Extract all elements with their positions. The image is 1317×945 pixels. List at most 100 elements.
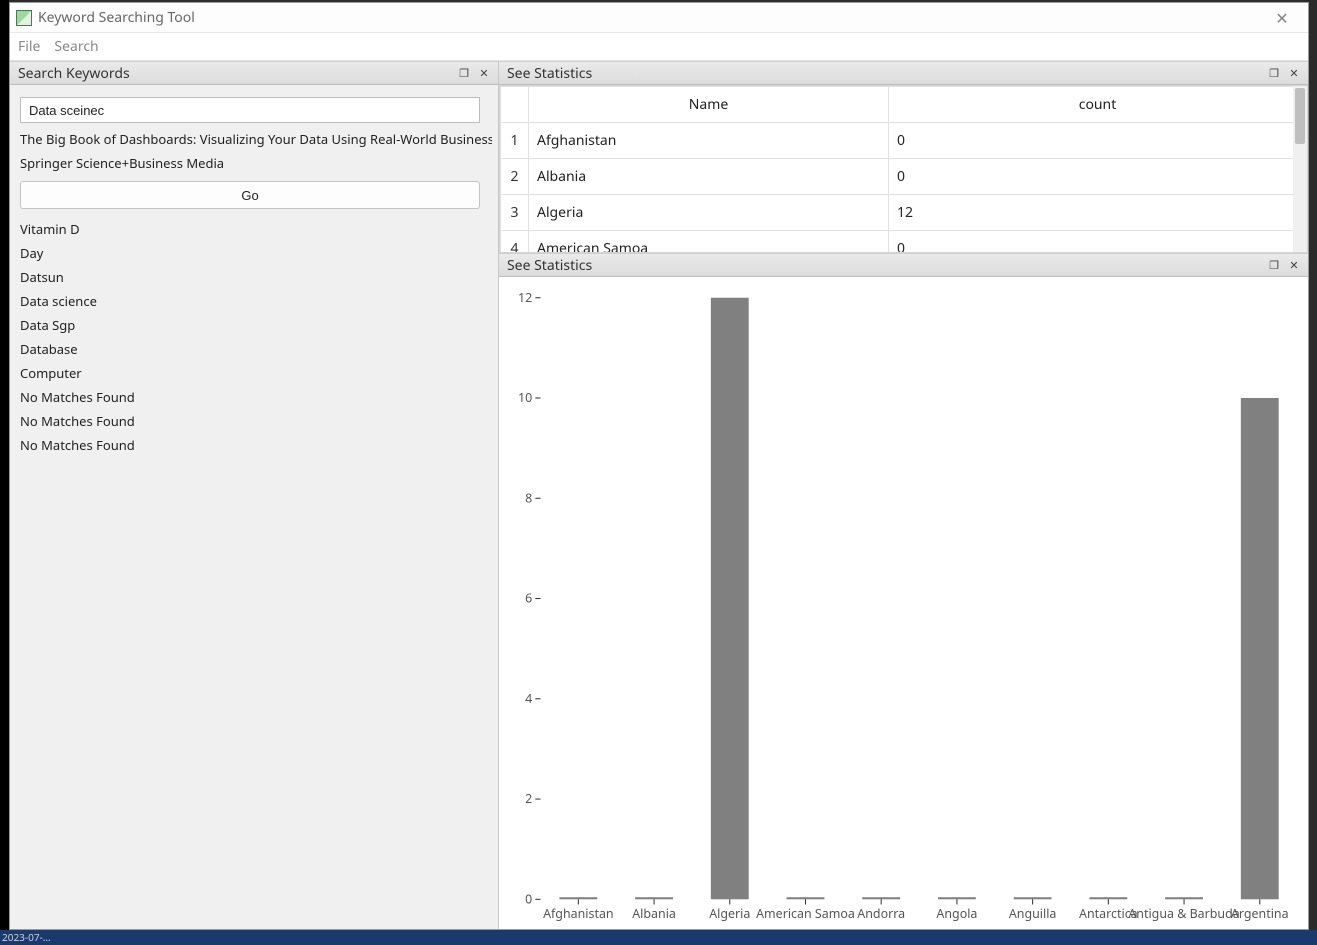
chart-x-label: Angola: [936, 905, 977, 922]
cell-name: Afghanistan: [529, 123, 889, 159]
chart-bar: [711, 298, 749, 900]
result-item[interactable]: No Matches Found: [20, 409, 492, 433]
table-corner: [501, 87, 529, 123]
scrollbar-thumb[interactable]: [1295, 88, 1305, 144]
svg-text:4: 4: [525, 690, 532, 707]
result-item[interactable]: Vitamin D: [20, 217, 492, 241]
app-window: Keyword Searching Tool ✕ File Search Sea…: [9, 2, 1309, 930]
svg-text:10: 10: [518, 389, 532, 406]
statistics-table: Name count 1Afghanistan02Albania03Algeri…: [500, 86, 1307, 253]
chart-panel: See Statistics ❐ ✕ 0 2 4 6 8 10 12 Afghanistan A…: [499, 253, 1308, 929]
publisher-line: Springer Science+Business Media: [20, 151, 492, 175]
close-icon: ✕: [1289, 66, 1298, 81]
os-taskbar-fragment: 2023-07-…: [0, 930, 1317, 945]
cell-count: 0: [889, 231, 1307, 254]
background-noise: [0, 0, 9, 945]
search-input[interactable]: [20, 97, 480, 123]
menu-file[interactable]: File: [18, 37, 40, 56]
table-panel-float-button[interactable]: ❐: [1264, 64, 1284, 82]
result-item[interactable]: Data science: [20, 289, 492, 313]
row-index: 3: [501, 195, 529, 231]
table-panel-header: See Statistics ❐ ✕: [499, 61, 1308, 85]
close-icon: ✕: [1289, 258, 1298, 273]
result-item[interactable]: Database: [20, 337, 492, 361]
chart-bar: [635, 897, 673, 899]
chart-panel-float-button[interactable]: ❐: [1264, 256, 1284, 274]
svg-text:8: 8: [525, 489, 532, 506]
table-row[interactable]: 4American Samoa0: [501, 231, 1307, 254]
menu-bar: File Search: [10, 33, 1308, 61]
right-pane: See Statistics ❐ ✕ Name count: [499, 61, 1308, 929]
chart-x-label: Afghanistan: [543, 905, 614, 922]
close-icon: ✕: [479, 66, 488, 81]
taskbar-date: 2023-07-…: [2, 930, 51, 944]
left-pane: Search Keywords ❐ ✕ The Big Book of Dash…: [10, 61, 499, 929]
table-row[interactable]: 3Algeria12: [501, 195, 1307, 231]
bar-chart: 0 2 4 6 8 10 12 Afghanistan Albania Algeria Americ…: [499, 277, 1308, 929]
window-close-button[interactable]: ✕: [1262, 3, 1302, 32]
table-row[interactable]: 1Afghanistan0: [501, 123, 1307, 159]
chart-bar: [1241, 398, 1279, 899]
search-panel-title: Search Keywords: [18, 64, 454, 83]
row-index: 2: [501, 159, 529, 195]
book-title-line: The Big Book of Dashboards: Visualizing …: [20, 127, 492, 151]
svg-text:2: 2: [525, 790, 532, 807]
float-icon: ❐: [1269, 66, 1279, 81]
chart-x-label: Andorra: [857, 905, 905, 922]
cell-count: 0: [889, 159, 1307, 195]
table-wrap: Name count 1Afghanistan02Albania03Algeri…: [499, 85, 1308, 253]
search-panel-float-button[interactable]: ❐: [454, 64, 474, 82]
svg-text:6: 6: [525, 590, 532, 607]
chart-bar: [938, 897, 976, 899]
search-panel-body: The Big Book of Dashboards: Visualizing …: [10, 85, 498, 929]
chart-x-label: Argentina: [1231, 905, 1289, 922]
float-icon: ❐: [459, 66, 469, 81]
chart-bar: [787, 897, 825, 899]
result-item[interactable]: Computer: [20, 361, 492, 385]
close-icon: ✕: [1275, 7, 1288, 29]
title-bar: Keyword Searching Tool ✕: [10, 3, 1308, 33]
app-icon: [16, 10, 32, 26]
chart-bar: [559, 897, 597, 899]
chart-x-label: Anguilla: [1009, 905, 1057, 922]
chart-bar: [862, 897, 900, 899]
chart-panel-close-button[interactable]: ✕: [1284, 256, 1304, 274]
chart-panel-title: See Statistics: [507, 256, 1264, 275]
column-header-name[interactable]: Name: [529, 87, 889, 123]
chart-bar: [1165, 897, 1203, 899]
chart-bar: [1089, 897, 1127, 899]
cell-name: Albania: [529, 159, 889, 195]
cell-name: Algeria: [529, 195, 889, 231]
menu-search[interactable]: Search: [54, 37, 98, 56]
cell-count: 12: [889, 195, 1307, 231]
table-scrollbar[interactable]: [1293, 86, 1307, 252]
chart-panel-header: See Statistics ❐ ✕: [499, 253, 1308, 277]
result-item[interactable]: No Matches Found: [20, 433, 492, 457]
chart-bar: [1014, 897, 1052, 899]
table-panel-close-button[interactable]: ✕: [1284, 64, 1304, 82]
float-icon: ❐: [1269, 258, 1279, 273]
chart-x-label: Algeria: [709, 905, 750, 922]
result-item[interactable]: No Matches Found: [20, 385, 492, 409]
table-row[interactable]: 2Albania0: [501, 159, 1307, 195]
svg-text:12: 12: [518, 289, 532, 306]
result-item[interactable]: Data Sgp: [20, 313, 492, 337]
table-panel-title: See Statistics: [507, 64, 1264, 83]
chart-x-label: American Samoa: [756, 905, 855, 922]
result-item[interactable]: Datsun: [20, 265, 492, 289]
cell-name: American Samoa: [529, 231, 889, 254]
result-item[interactable]: Day: [20, 241, 492, 265]
row-index: 4: [501, 231, 529, 254]
search-panel-close-button[interactable]: ✕: [474, 64, 494, 82]
search-panel-header: Search Keywords ❐ ✕: [10, 61, 498, 85]
chart-body: 0 2 4 6 8 10 12 Afghanistan Albania Algeria Americ…: [499, 277, 1308, 929]
svg-text:0: 0: [525, 890, 532, 907]
results-list: Vitamin DDayDatsunData scienceData SgpDa…: [20, 217, 492, 457]
table-panel: See Statistics ❐ ✕ Name count: [499, 61, 1308, 253]
go-button[interactable]: Go: [20, 181, 480, 209]
window-title: Keyword Searching Tool: [38, 8, 1262, 27]
row-index: 1: [501, 123, 529, 159]
column-header-count[interactable]: count: [889, 87, 1307, 123]
chart-x-label: Albania: [632, 905, 676, 922]
chart-x-label: Antigua & Barbuda: [1128, 905, 1239, 922]
